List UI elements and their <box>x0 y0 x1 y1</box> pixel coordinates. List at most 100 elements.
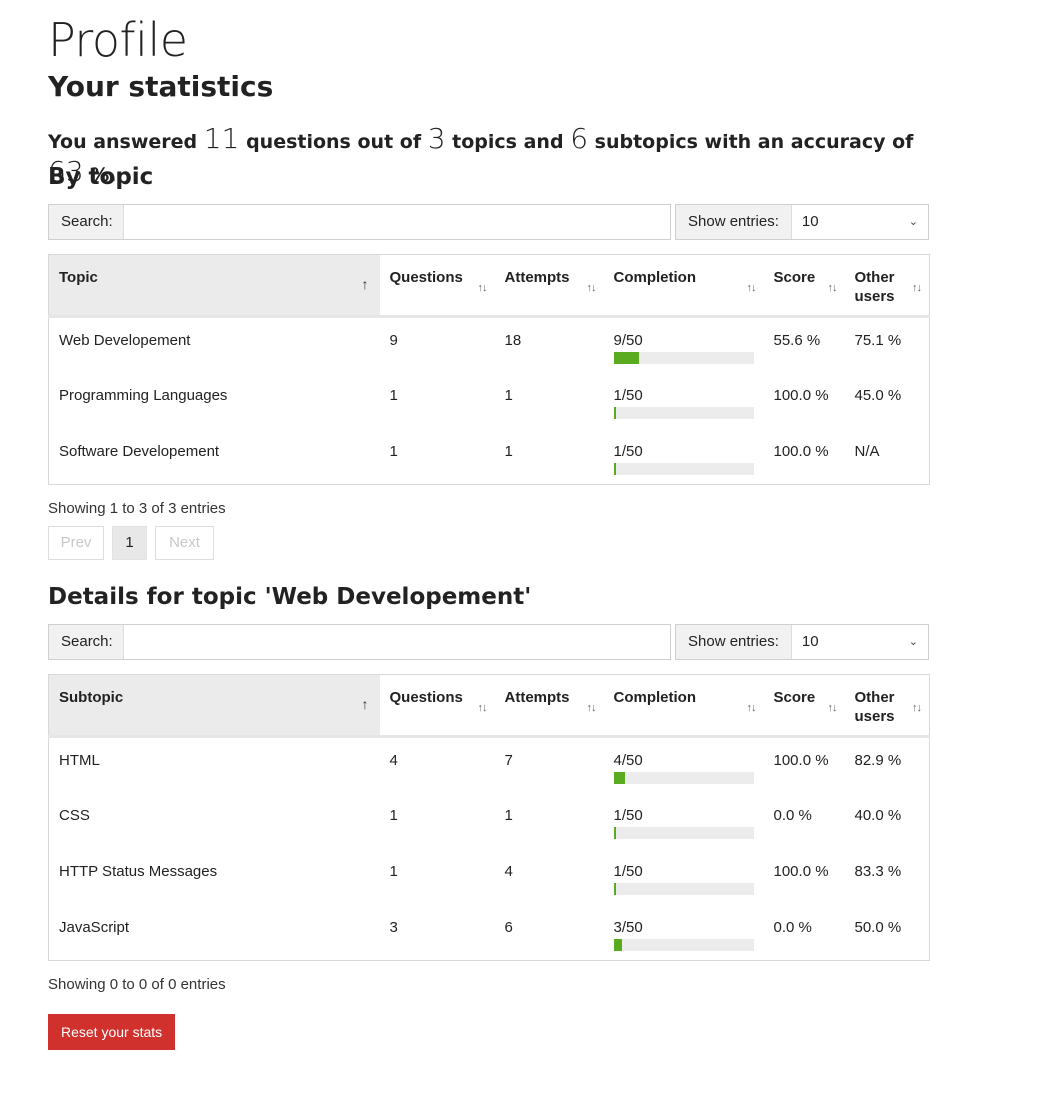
row-attempts: 4 <box>504 862 513 880</box>
column-header-other-users[interactable]: Other users ↑↓ <box>844 674 930 738</box>
row-completion: 1/50 <box>604 793 764 849</box>
column-header-completion[interactable]: Completion ↑↓ <box>603 674 764 738</box>
column-header-attempts[interactable]: Attempts ↑↓ <box>494 674 604 738</box>
subtopic-table: Subtopic ↑ Questions ↑↓ Attempts ↑↓ Complet… <box>48 674 930 961</box>
completion-label: 1/50 <box>613 442 643 460</box>
column-header-subtopic[interactable]: Subtopic ↑ <box>48 674 380 738</box>
row-other-users: 83.3 % <box>854 862 902 880</box>
prev-page-button[interactable]: Prev <box>48 526 104 560</box>
row-attempts: 18 <box>504 332 522 349</box>
column-header-label: Score <box>773 689 816 706</box>
completion-bar-fill <box>613 406 617 419</box>
column-header-questions[interactable]: Questions ↑↓ <box>379 254 495 318</box>
column-header-label: Attempts <box>504 269 570 286</box>
column-header-label: Completion <box>613 689 697 706</box>
reset-stats-button[interactable]: Reset your stats <box>48 1014 176 1050</box>
completion-bar-fill <box>613 772 625 784</box>
row-questions: 9 <box>389 332 398 349</box>
table-row: HTML 4 7 4/50 100.0 % 82.9 % <box>49 737 930 793</box>
completion-bar <box>613 772 754 784</box>
column-header-label: Questions <box>389 269 463 286</box>
row-questions: 1 <box>389 806 398 824</box>
subtopic-entries-label: Show entries: <box>676 625 792 659</box>
row-completion: 1/50 <box>604 373 764 429</box>
row-other-users: 82.9 % <box>854 752 902 769</box>
table-row: Software Developement 1 1 1/50 100.0 % N/A <box>49 429 930 485</box>
row-name: CSS <box>59 806 90 824</box>
row-name: HTTP Status Messages <box>59 862 218 880</box>
summary-topics-count: 3 <box>427 122 446 155</box>
topic-pagination: Prev 1 Next <box>48 526 929 560</box>
column-header-attempts[interactable]: Attempts ↑↓ <box>494 254 604 318</box>
completion-label: 1/50 <box>613 386 643 404</box>
sort-icon: ↑↓ <box>477 702 488 714</box>
topic-entries-box: Show entries: 10 ⌄ <box>675 204 929 240</box>
summary-subtopics-count: 6 <box>570 122 589 155</box>
topic-entries-value: 10 <box>801 213 819 230</box>
sort-ascending-icon: ↑ <box>361 696 369 712</box>
row-name: Web Developement <box>59 332 191 349</box>
statistics-heading: Your statistics <box>48 70 274 103</box>
row-attempts: 1 <box>504 386 513 404</box>
row-score: 100.0 % <box>773 862 829 880</box>
completion-bar-fill <box>613 882 617 895</box>
row-other-users: 75.1 % <box>854 332 902 349</box>
row-name: JavaScript <box>59 918 130 936</box>
column-header-label: Other users <box>854 269 895 305</box>
column-header-topic[interactable]: Topic ↑ <box>48 254 380 318</box>
topic-search-label: Search: <box>49 205 124 239</box>
row-attempts: 7 <box>504 752 513 769</box>
row-score: 0.0 % <box>773 806 812 824</box>
completion-label: 1/50 <box>613 806 643 824</box>
sort-ascending-icon: ↑ <box>361 276 369 292</box>
sort-icon: ↑↓ <box>477 282 488 294</box>
topic-search-input[interactable] <box>123 205 670 239</box>
completion-bar <box>613 406 754 419</box>
table-row: Programming Languages 1 1 1/50 100.0 % 45.0 % <box>49 373 930 429</box>
row-other-users: 40.0 % <box>854 806 902 824</box>
by-topic-heading: By topic <box>48 164 154 190</box>
topic-table-info: Showing 1 to 3 of 3 entries <box>48 500 226 517</box>
completion-bar-fill <box>613 352 639 364</box>
column-header-label: Questions <box>389 689 463 706</box>
column-header-label: Other users <box>854 689 895 725</box>
row-questions: 1 <box>389 442 398 460</box>
row-attempts: 1 <box>504 442 513 460</box>
column-header-score[interactable]: Score ↑↓ <box>763 674 845 738</box>
row-completion: 1/50 <box>604 849 764 905</box>
column-header-questions[interactable]: Questions ↑↓ <box>379 674 495 738</box>
subtopic-entries-box: Show entries: 10 ⌄ <box>675 624 929 660</box>
chevron-down-icon: ⌄ <box>908 636 918 648</box>
topic-search-box: Search: <box>48 204 671 240</box>
column-header-other-users[interactable]: Other users ↑↓ <box>844 254 930 318</box>
topic-table-controls: Search: Show entries: 10 ⌄ <box>48 204 929 240</box>
row-other-users: 45.0 % <box>854 386 902 404</box>
row-attempts: 1 <box>504 806 513 824</box>
summary-questions-count: 11 <box>203 122 240 155</box>
summary-text-2: topics and <box>452 131 564 153</box>
completion-bar <box>613 882 754 895</box>
topic-entries-label: Show entries: <box>676 205 792 239</box>
sort-icon: ↑↓ <box>746 702 757 714</box>
row-completion: 3/50 <box>604 905 764 961</box>
row-name: Programming Languages <box>59 386 228 404</box>
column-header-score[interactable]: Score ↑↓ <box>763 254 845 318</box>
completion-bar-fill <box>613 826 617 839</box>
next-page-button[interactable]: Next <box>155 526 214 560</box>
row-score: 100.0 % <box>773 752 829 769</box>
topic-entries-select[interactable]: 10 ⌄ <box>792 205 928 239</box>
subtopic-entries-select[interactable]: 10 ⌄ <box>792 625 928 659</box>
completion-label: 4/50 <box>613 752 643 769</box>
sort-icon: ↑↓ <box>912 702 922 714</box>
table-row: CSS 1 1 1/50 0.0 % 40.0 % <box>49 793 930 849</box>
row-questions: 1 <box>389 386 398 404</box>
page-1-button[interactable]: 1 <box>112 526 147 560</box>
row-score: 55.6 % <box>773 332 821 349</box>
subtopic-search-input[interactable] <box>123 625 670 659</box>
table-row: Web Developement 9 18 9/50 55.6 % 75.1 % <box>49 317 930 373</box>
completion-bar-fill <box>613 462 617 475</box>
column-header-completion[interactable]: Completion ↑↓ <box>603 254 764 318</box>
row-score: 100.0 % <box>773 442 829 460</box>
profile-page: Profile Your statistics You answered 11 … <box>48 0 930 1050</box>
completion-bar <box>613 462 754 475</box>
